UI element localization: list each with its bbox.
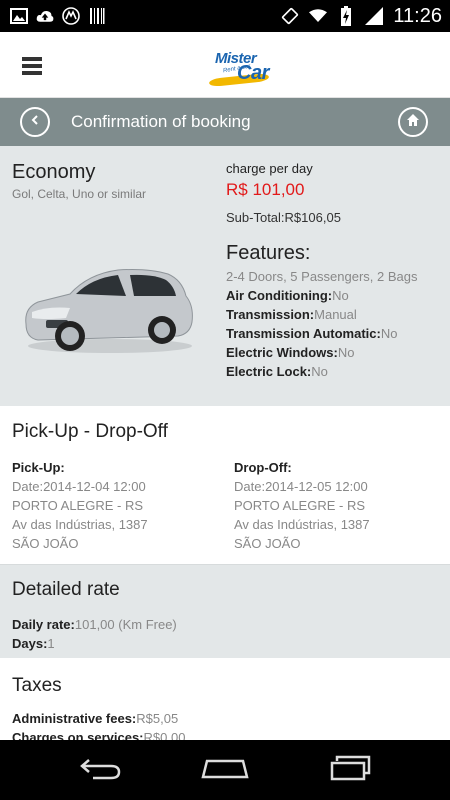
feature-label: Transmission Automatic: — [226, 326, 381, 341]
dropoff-city: PORTO ALEGRE - RS — [234, 498, 366, 513]
dropoff-column: Drop-Off: Date:2014-12-05 12:00 PORTO AL… — [234, 458, 370, 553]
daily-rate: Daily rate:101,00 (Km Free) — [12, 617, 177, 632]
signal-icon — [365, 7, 384, 25]
feature-value: No — [311, 364, 328, 379]
feature-label: Transmission: — [226, 307, 315, 322]
car-summary-panel: Economy Gol, Celta, Uno or similar charg… — [0, 146, 450, 406]
subtotal-value: R$106,05 — [284, 210, 341, 225]
service-charges-value: R$0,00 — [143, 730, 186, 740]
dropoff-district: SÃO JOÃO — [234, 536, 301, 551]
feature-air-conditioning: Air Conditioning:No — [226, 288, 349, 303]
home-button[interactable] — [398, 107, 428, 137]
taxes-section: Taxes Administrative fees:R$5,05 Charges… — [0, 658, 450, 740]
feature-value: Manual — [314, 307, 357, 322]
pickup-date: Date:2014-12-04 12:00 — [12, 479, 146, 494]
charges-on-services: Charges on services:R$0,00 — [12, 730, 185, 740]
chevron-left-icon — [29, 113, 41, 131]
battery-charging-icon — [337, 6, 355, 26]
wifi-icon — [309, 7, 328, 25]
pickup-column: Pick-Up: Date:2014-12-04 12:00 PORTO ALE… — [12, 458, 148, 553]
car-models: Gol, Celta, Uno or similar — [12, 187, 147, 201]
feature-electric-lock: Electric Lock:No — [226, 364, 328, 379]
charge-per-day-value: R$ 101,00 — [226, 180, 305, 199]
feature-value: No — [337, 345, 355, 360]
subtotal: Sub-Total:R$106,05 — [226, 210, 341, 225]
home-icon — [201, 757, 249, 784]
pickup-address: Av das Indústrias, 1387 — [12, 517, 148, 532]
feature-value: No — [380, 326, 398, 341]
detailed-rate-section: Detailed rate Daily rate:101,00 (Km Free… — [0, 564, 450, 658]
feature-transmission: Transmission:Manual — [226, 307, 357, 322]
pickup-label: Pick-Up: — [12, 460, 65, 475]
car-image — [18, 256, 198, 356]
admin-fees-value: R$5,05 — [136, 711, 179, 726]
barcode-icon — [88, 7, 106, 25]
image-icon — [10, 7, 28, 25]
feature-label: Electric Windows: — [226, 345, 338, 360]
page-title: Confirmation of booking — [71, 112, 251, 131]
mister-car-logo: Mister Rent a car Car — [207, 50, 277, 88]
logo-text-bottom: Car — [237, 62, 269, 84]
nav-home-button[interactable] — [200, 755, 250, 785]
days-value: 1 — [47, 636, 55, 651]
system-nav-bar — [0, 740, 450, 800]
daily-rate-value: 101,00 (Km Free) — [74, 617, 177, 632]
subtotal-label: Sub-Total: — [226, 210, 285, 225]
features-title: Features: — [226, 242, 311, 264]
feature-transmission-automatic: Transmission Automatic:No — [226, 326, 397, 341]
app-header: Mister Rent a car Car — [0, 32, 450, 98]
cloud-upload-icon — [36, 7, 54, 25]
features-summary: 2-4 Doors, 5 Passengers, 2 Bags — [226, 269, 418, 284]
section-title: Detailed rate — [12, 579, 120, 600]
nav-recent-apps-button[interactable] — [326, 755, 376, 785]
feature-value: No — [332, 288, 349, 303]
menu-button[interactable] — [22, 57, 42, 75]
dropoff-date: Date:2014-12-05 12:00 — [234, 479, 368, 494]
menu-bar-3 — [22, 71, 42, 75]
menu-bar-1 — [22, 57, 42, 61]
dropoff-address: Av das Indústrias, 1387 — [234, 517, 370, 532]
nav-back-button[interactable] — [76, 755, 126, 785]
pickup-city: PORTO ALEGRE - RS — [12, 498, 144, 513]
daily-rate-label: Daily rate: — [12, 617, 75, 632]
feature-label: Electric Lock: — [226, 364, 312, 379]
clock: 11:26 — [393, 4, 442, 27]
car-category: Economy — [12, 161, 96, 183]
status-bar: 11:26 — [0, 0, 450, 32]
menu-bar-2 — [22, 64, 42, 68]
back-icon — [79, 756, 123, 785]
pickup-dropoff-section: Pick-Up - Drop-Off Pick-Up: Date:2014-12… — [0, 406, 450, 564]
recent-apps-icon — [329, 755, 373, 786]
section-title: Taxes — [12, 675, 62, 696]
charge-per-day-label: charge per day — [226, 161, 313, 176]
days-label: Days: — [12, 636, 48, 651]
rotate-icon — [281, 7, 299, 25]
home-icon — [406, 113, 420, 132]
service-charges-label: Charges on services: — [12, 730, 144, 740]
days: Days:1 — [12, 636, 55, 651]
pickup-district: SÃO JOÃO — [12, 536, 79, 551]
administrative-fees: Administrative fees:R$5,05 — [12, 711, 178, 726]
title-bar: Confirmation of booking — [0, 98, 450, 146]
motorola-icon — [62, 7, 80, 25]
section-title: Pick-Up - Drop-Off — [12, 421, 168, 442]
feature-label: Air Conditioning: — [226, 288, 333, 303]
feature-electric-windows: Electric Windows:No — [226, 345, 354, 360]
back-button[interactable] — [20, 107, 50, 137]
dropoff-label: Drop-Off: — [234, 460, 292, 475]
admin-fees-label: Administrative fees: — [12, 711, 137, 726]
